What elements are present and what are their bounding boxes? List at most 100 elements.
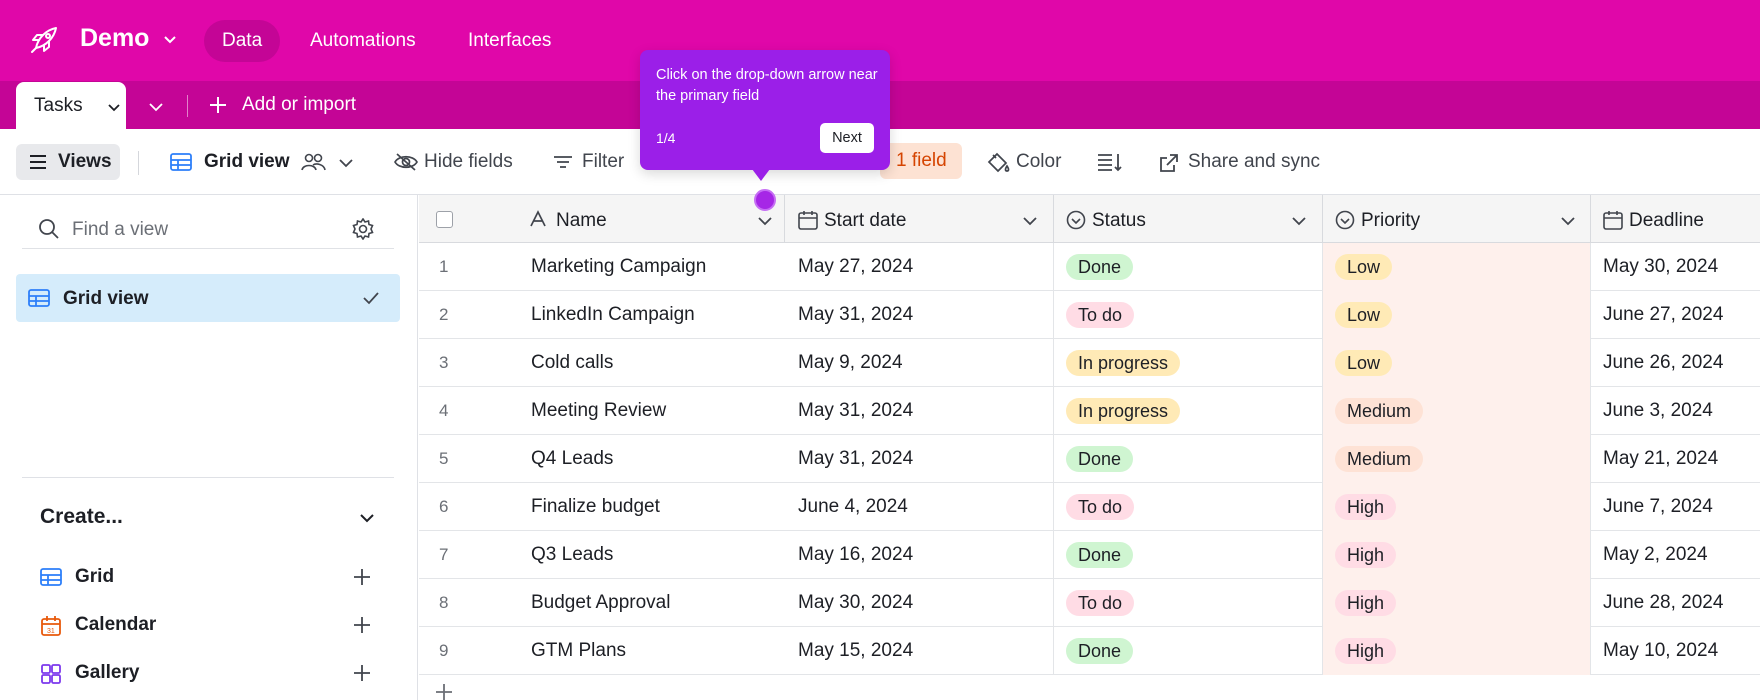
cell-deadline[interactable]: June 3, 2024	[1591, 387, 1760, 435]
tab-tasks[interactable]: Tasks	[16, 82, 126, 129]
cell-status[interactable]: Done	[1054, 435, 1323, 483]
column-header-name[interactable]: Name	[419, 195, 785, 243]
find-view-search[interactable]: Find a view	[22, 209, 394, 249]
cell-name[interactable]: Finalize budget	[519, 483, 785, 531]
gear-icon[interactable]	[352, 218, 374, 240]
table-row[interactable]: 9 GTM Plans May 15, 2024 Done High May 10, 20…	[419, 627, 1760, 675]
tooltip-hotspot[interactable]	[754, 189, 776, 211]
chevron-down-icon[interactable]	[757, 213, 773, 229]
cell-start[interactable]: May 27, 2024	[786, 243, 1054, 291]
chevron-down-icon[interactable]	[1560, 213, 1576, 229]
filter-button[interactable]: Filter	[548, 144, 624, 180]
nav-automations[interactable]: Automations	[292, 20, 434, 62]
color-button[interactable]: Color	[982, 144, 1061, 180]
cell-name[interactable]: Meeting Review	[519, 387, 785, 435]
cell-status[interactable]: In progress	[1054, 387, 1323, 435]
select-all-checkbox[interactable]	[436, 211, 453, 228]
cell-name[interactable]: LinkedIn Campaign	[519, 291, 785, 339]
cell-deadline[interactable]: June 27, 2024	[1591, 291, 1760, 339]
column-header-start-date[interactable]: Start date	[786, 195, 1054, 243]
create-gallery-item[interactable]: Gallery	[40, 658, 380, 688]
add-or-import-button[interactable]: Add or import	[206, 89, 356, 121]
cell-start[interactable]: May 16, 2024	[786, 531, 1054, 579]
sidebar-item-label: Grid view	[63, 288, 149, 309]
cell-name[interactable]: Marketing Campaign	[519, 243, 785, 291]
cell-deadline[interactable]: May 2, 2024	[1591, 531, 1760, 579]
column-header-status[interactable]: Status	[1054, 195, 1323, 243]
cell-status[interactable]: Done	[1054, 531, 1323, 579]
chevron-down-icon[interactable]	[338, 155, 354, 171]
cell-start[interactable]: May 9, 2024	[786, 339, 1054, 387]
cell-name[interactable]: Q3 Leads	[519, 531, 785, 579]
column-header-priority[interactable]: Priority	[1323, 195, 1591, 243]
nav-data[interactable]: Data	[204, 20, 281, 62]
rocket-logo-icon[interactable]	[28, 24, 60, 56]
table-row[interactable]: 3 Cold calls May 9, 2024 In progress Low June…	[419, 339, 1760, 387]
cell-start[interactable]: May 31, 2024	[786, 387, 1054, 435]
cell-priority[interactable]: High	[1323, 627, 1591, 675]
table-row[interactable]: 1 Marketing Campaign May 27, 2024 Done Low Ma…	[419, 243, 1760, 291]
cell-status[interactable]: Done	[1054, 243, 1323, 291]
cell-name[interactable]: Budget Approval	[519, 579, 785, 627]
table-row[interactable]: 2 LinkedIn Campaign May 31, 2024 To do Low Ju…	[419, 291, 1760, 339]
cell-status[interactable]: To do	[1054, 579, 1323, 627]
share-and-sync-button[interactable]: Share and sync	[1154, 144, 1320, 180]
cell-deadline[interactable]: June 7, 2024	[1591, 483, 1760, 531]
column-header-deadline[interactable]: Deadline	[1591, 195, 1760, 243]
cell-priority[interactable]: Low	[1323, 291, 1591, 339]
create-section-title[interactable]: Create...	[40, 505, 123, 529]
table-row[interactable]: 6 Finalize budget June 4, 2024 To do High Jun…	[419, 483, 1760, 531]
cell-start[interactable]: May 30, 2024	[786, 579, 1054, 627]
table-row[interactable]: 5 Q4 Leads May 31, 2024 Done Medium May 21, 2…	[419, 435, 1760, 483]
cell-priority[interactable]: Medium	[1323, 435, 1591, 483]
views-button[interactable]: Views	[16, 144, 120, 180]
table-row[interactable]: 4 Meeting Review May 31, 2024 In progress Me…	[419, 387, 1760, 435]
cell-deadline[interactable]: May 10, 2024	[1591, 627, 1760, 675]
cell-priority[interactable]: Low	[1323, 243, 1591, 291]
sidebar-item-grid-view[interactable]: Grid view	[16, 274, 400, 322]
grid-view-button[interactable]: Grid view	[166, 144, 353, 180]
plus-icon[interactable]	[352, 615, 372, 635]
chevron-down-icon[interactable]	[107, 100, 121, 114]
row-height-icon[interactable]	[1096, 152, 1122, 172]
cell-status[interactable]: To do	[1054, 483, 1323, 531]
cell-priority[interactable]: High	[1323, 531, 1591, 579]
cell-start[interactable]: May 31, 2024	[786, 435, 1054, 483]
cell-start[interactable]: June 4, 2024	[786, 483, 1054, 531]
cell-priority[interactable]: Low	[1323, 339, 1591, 387]
table-row[interactable]: 8 Budget Approval May 30, 2024 To do High Jun…	[419, 579, 1760, 627]
cell-status[interactable]: To do	[1054, 291, 1323, 339]
cell-deadline[interactable]: May 30, 2024	[1591, 243, 1760, 291]
plus-icon[interactable]	[352, 567, 372, 587]
add-row-plus-icon[interactable]	[435, 683, 453, 700]
cell-status[interactable]: Done	[1054, 627, 1323, 675]
cell-deadline[interactable]: June 26, 2024	[1591, 339, 1760, 387]
cell-deadline[interactable]: June 28, 2024	[1591, 579, 1760, 627]
cell-start[interactable]: May 15, 2024	[786, 627, 1054, 675]
cell-status[interactable]: In progress	[1054, 339, 1323, 387]
cell-name[interactable]: Cold calls	[519, 339, 785, 387]
plus-icon[interactable]	[352, 663, 372, 683]
base-name[interactable]: Demo	[80, 24, 149, 53]
chevron-down-icon[interactable]	[162, 31, 178, 47]
cell-priority[interactable]: Medium	[1323, 387, 1591, 435]
table-row[interactable]: 7 Q3 Leads May 16, 2024 Done High May 2, 2024	[419, 531, 1760, 579]
cell-start[interactable]: May 31, 2024	[786, 291, 1054, 339]
nav-interfaces[interactable]: Interfaces	[450, 20, 569, 62]
create-calendar-item[interactable]: 31 Calendar	[40, 610, 380, 640]
chevron-down-icon[interactable]	[148, 98, 164, 114]
cell-priority[interactable]: High	[1323, 579, 1591, 627]
chevron-down-icon[interactable]	[1291, 213, 1307, 229]
hide-fields-button[interactable]: Hide fields	[390, 144, 513, 180]
sort-button[interactable]: 1 field	[880, 143, 962, 179]
tooltip-next-button[interactable]: Next	[820, 123, 874, 153]
create-grid-item[interactable]: Grid	[40, 562, 380, 592]
search-input[interactable]: Find a view	[72, 219, 168, 241]
cell-priority[interactable]: High	[1323, 483, 1591, 531]
cell-name[interactable]: Q4 Leads	[519, 435, 785, 483]
cell-name[interactable]: GTM Plans	[519, 627, 785, 675]
cell-deadline[interactable]: May 21, 2024	[1591, 435, 1760, 483]
grid-icon	[40, 568, 62, 586]
chevron-down-icon[interactable]	[358, 509, 376, 527]
chevron-down-icon[interactable]	[1022, 213, 1038, 229]
